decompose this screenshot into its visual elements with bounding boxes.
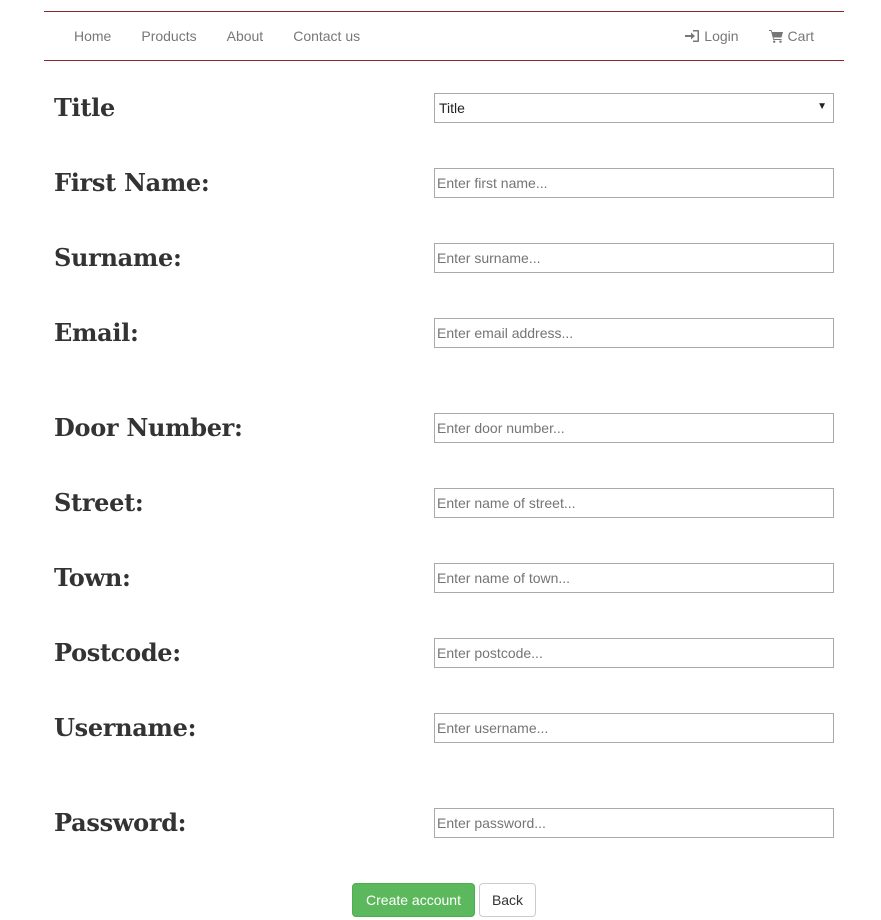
door-number-input[interactable] <box>434 413 834 443</box>
surname-input[interactable] <box>434 243 834 273</box>
title-select[interactable]: Title ▼ <box>434 93 834 123</box>
chevron-down-icon: ▼ <box>817 101 827 112</box>
surname-label: Surname: <box>54 243 182 272</box>
email-input[interactable] <box>434 318 834 348</box>
shopping-cart-icon <box>768 29 784 43</box>
form-row-postcode: Postcode: <box>0 638 881 668</box>
form-row-username: Username: <box>0 713 881 743</box>
form-row-door-number: Door Number: <box>0 413 881 443</box>
postcode-label: Postcode: <box>54 638 181 667</box>
back-button[interactable]: Back <box>479 883 536 917</box>
form-row-surname: Surname: <box>0 243 881 273</box>
nav-cart-label: Cart <box>787 28 814 44</box>
street-label: Street: <box>54 488 144 517</box>
nav-contact-link[interactable]: Contact us <box>278 28 375 44</box>
first-name-label: First Name: <box>54 168 210 197</box>
form-row-town: Town: <box>0 563 881 593</box>
username-input[interactable] <box>434 713 834 743</box>
nav-products-link[interactable]: Products <box>126 28 211 44</box>
nav-right: Login Cart <box>670 12 829 60</box>
form-row-email: Email: <box>0 318 881 348</box>
form-row-street: Street: <box>0 488 881 518</box>
form-row-first-name: First Name: <box>0 168 881 198</box>
title-select-value: Title <box>439 100 465 116</box>
nav-login-link[interactable]: Login <box>670 28 753 44</box>
nav-home-link[interactable]: Home <box>59 28 126 44</box>
title-label: Title <box>54 93 115 122</box>
nav-login-label: Login <box>704 28 739 44</box>
log-in-icon <box>685 29 700 43</box>
town-label: Town: <box>54 563 131 592</box>
door-number-label: Door Number: <box>54 413 243 442</box>
nav-cart-link[interactable]: Cart <box>754 28 829 44</box>
postcode-input[interactable] <box>434 638 834 668</box>
nav-about-link[interactable]: About <box>212 28 279 44</box>
form-row-password: Password: <box>0 808 881 838</box>
first-name-input[interactable] <box>434 168 834 198</box>
username-label: Username: <box>54 713 197 742</box>
town-input[interactable] <box>434 563 834 593</box>
navbar: Home Products About Contact us Login Car… <box>44 11 844 61</box>
create-account-button[interactable]: Create account <box>352 883 475 917</box>
email-label: Email: <box>54 318 139 347</box>
form-row-title: Title Title ▼ <box>0 93 881 123</box>
nav-left: Home Products About Contact us <box>59 12 375 60</box>
password-input[interactable] <box>434 808 834 838</box>
street-input[interactable] <box>434 488 834 518</box>
password-label: Password: <box>54 808 187 837</box>
